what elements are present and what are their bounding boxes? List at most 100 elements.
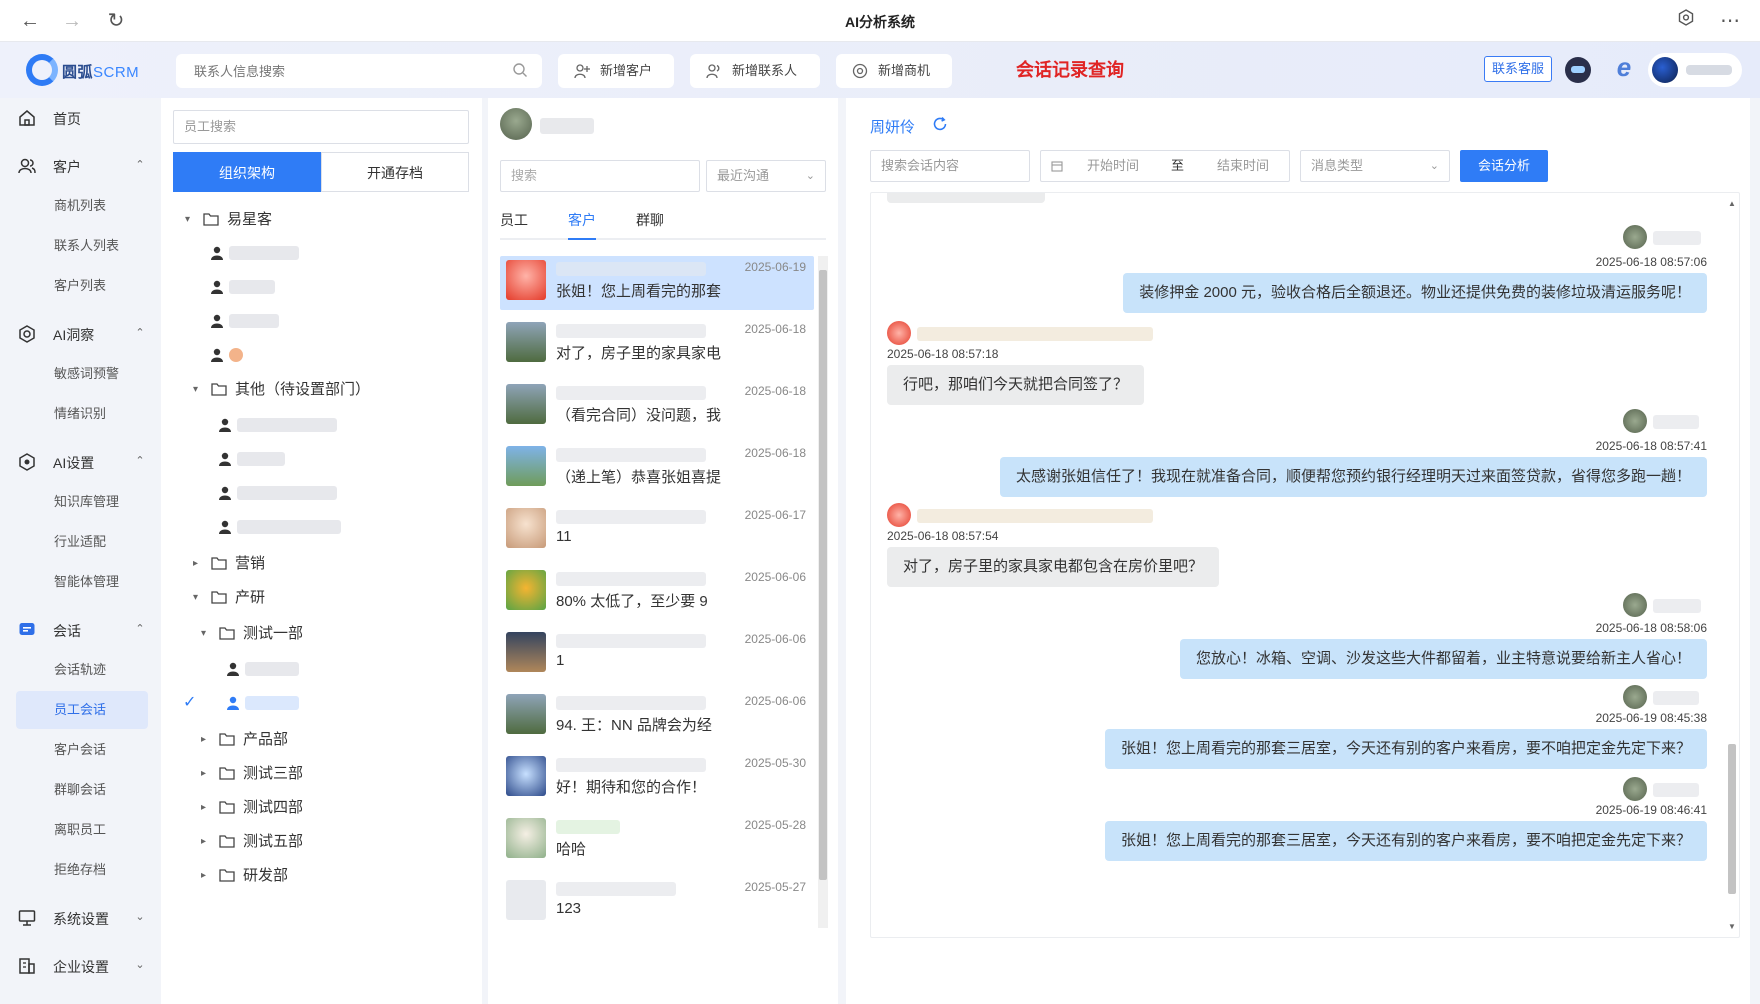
tree-node-test4[interactable]: ▸ 测试四部 (201, 794, 401, 822)
chat-content-search[interactable]: 搜索会话内容 (870, 150, 1030, 182)
nav-staff-session[interactable]: 员工会话 (16, 691, 148, 729)
nav-customer-list[interactable]: 客户列表 (16, 267, 148, 305)
refresh-icon[interactable] (932, 116, 948, 132)
scroll-down-icon[interactable]: ▼ (1728, 922, 1736, 931)
conversation-item[interactable]: 2025-06-18 对了，房子里的家具家电 (500, 318, 814, 372)
chevron-up-icon[interactable]: ⌃ (134, 623, 146, 635)
add-customer-button[interactable]: 新增客户 (558, 54, 674, 88)
tree-node-dev[interactable]: ▸ 研发部 (201, 862, 401, 890)
brand-logo[interactable]: 圆弧SCRM (26, 54, 146, 86)
robot-assistant-icon[interactable] (1565, 57, 1591, 83)
contact-search-input[interactable] (176, 54, 476, 88)
scroll-up-icon[interactable]: ▲ (1728, 199, 1736, 208)
conversation-item[interactable]: 2025-05-28 哈哈 (500, 814, 814, 868)
tree-user[interactable] (211, 342, 311, 368)
tree-user[interactable] (211, 274, 311, 300)
nav-customer[interactable]: 客户 ⌃ (0, 146, 160, 186)
chevron-up-icon[interactable]: ⌃ (134, 159, 146, 171)
conversation-item[interactable]: 2025-06-18 （看完合同）没问题，我 (500, 380, 814, 434)
user-menu[interactable] (1648, 53, 1742, 87)
conversation-item[interactable]: 2025-06-17 11 (500, 504, 814, 558)
message-history-scrollbar[interactable]: ▲ ▼ (1727, 199, 1737, 931)
nav-enterprise-settings[interactable]: 企业设置 ⌄ (0, 946, 160, 986)
staff-name-redacted (540, 118, 594, 134)
nav-session-trail[interactable]: 会话轨迹 (16, 651, 148, 689)
nav-emotion[interactable]: 情绪识别 (16, 395, 148, 433)
nav-session[interactable]: 会话 ⌃ (0, 610, 160, 650)
staff-search-input[interactable]: 员工搜索 (173, 110, 469, 144)
tree-user[interactable] (211, 308, 311, 334)
tab-org-structure[interactable]: 组织架构 (173, 152, 321, 192)
caret-right-icon[interactable]: ▸ (201, 726, 213, 754)
conversation-item[interactable]: 2025-06-06 94. 王：NN 品牌会为经 (500, 690, 814, 744)
nav-customer-session[interactable]: 客户会话 (16, 731, 148, 769)
date-range-picker[interactable]: 开始时间 至 结束时间 (1040, 150, 1290, 182)
caret-right-icon[interactable]: ▸ (193, 550, 205, 578)
avatar (887, 321, 911, 345)
analyze-button[interactable]: 会话分析 (1460, 150, 1548, 182)
add-opportunity-button[interactable]: 新增商机 (836, 54, 952, 88)
tree-user[interactable] (211, 240, 311, 266)
caret-down-icon[interactable]: ▾ (201, 620, 213, 648)
message-type-select[interactable]: 消息类型 ⌄ (1300, 150, 1450, 182)
tree-node-other[interactable]: ▾ 其他（待设置部门） (193, 376, 453, 404)
tab-enable-archive[interactable]: 开通存档 (321, 152, 469, 192)
nav-sensitive-words[interactable]: 敏感词预警 (16, 355, 148, 393)
tree-user[interactable] (219, 412, 339, 438)
nav-resigned-staff[interactable]: 离职员工 (16, 811, 148, 849)
browser-e-icon[interactable]: e (1609, 52, 1639, 82)
conversation-item[interactable]: 2025-06-06 80% 太低了，至少要 9 (500, 566, 814, 620)
conversation-item[interactable]: 2025-05-27 123 (500, 876, 814, 930)
add-contact-button[interactable]: 新增联系人 (690, 54, 820, 88)
tree-user[interactable] (219, 446, 339, 472)
caret-down-icon[interactable]: ▾ (193, 584, 205, 612)
sort-select[interactable]: 最近沟通 ⌄ (706, 160, 826, 192)
tab-customer[interactable]: 客户 (568, 210, 596, 240)
conversation-item[interactable]: 2025-05-30 好！期待和您的合作！ (500, 752, 814, 806)
nav-opportunity-list[interactable]: 商机列表 (16, 187, 148, 225)
tree-node-rnd[interactable]: ▾ 产研 (193, 584, 393, 612)
caret-down-icon[interactable]: ▾ (193, 376, 205, 404)
nav-agent[interactable]: 智能体管理 (16, 563, 148, 601)
nav-knowledge-base[interactable]: 知识库管理 (16, 483, 148, 521)
settings-icon[interactable] (1674, 9, 1698, 33)
chevron-up-icon[interactable]: ⌃ (134, 455, 146, 467)
contact-search[interactable] (176, 54, 542, 88)
tree-node-test5[interactable]: ▸ 测试五部 (201, 828, 401, 856)
caret-down-icon[interactable]: ▾ (185, 206, 197, 234)
nav-contact-list[interactable]: 联系人列表 (16, 227, 148, 265)
more-icon[interactable]: ⋯ (1718, 9, 1742, 33)
tree-user[interactable] (219, 480, 339, 506)
tree-node-product[interactable]: ▸ 产品部 (201, 726, 401, 754)
tree-user[interactable] (219, 514, 341, 540)
nav-ai-settings[interactable]: AI设置 ⌃ (0, 442, 160, 482)
conversation-item[interactable]: 2025-06-18 （递上笔）恭喜张姐喜提 (500, 442, 814, 496)
caret-right-icon[interactable]: ▸ (201, 828, 213, 856)
chevron-down-icon[interactable]: ⌄ (134, 959, 146, 971)
tree-node-test1[interactable]: ▾ 测试一部 (201, 620, 401, 648)
tree-user[interactable] (227, 656, 327, 682)
nav-industry[interactable]: 行业适配 (16, 523, 148, 561)
tab-staff[interactable]: 员工 (500, 210, 528, 240)
conversation-item[interactable]: 2025-06-19 张姐！您上周看完的那套 (500, 256, 814, 310)
nav-ai-insight[interactable]: AI洞察 ⌃ (0, 314, 160, 354)
tab-group[interactable]: 群聊 (636, 210, 664, 240)
caret-right-icon[interactable]: ▸ (201, 794, 213, 822)
conversation-item[interactable]: 2025-06-06 1 (500, 628, 814, 682)
chevron-down-icon[interactable]: ⌄ (134, 911, 146, 923)
conversation-list-scrollbar[interactable] (818, 256, 828, 928)
tree-node-root[interactable]: ▾ 易星客 (185, 206, 425, 234)
nav-system-settings[interactable]: 系统设置 ⌄ (0, 898, 160, 938)
tree-node-test3[interactable]: ▸ 测试三部 (201, 760, 401, 788)
nav-refuse-archive[interactable]: 拒绝存档 (16, 851, 148, 889)
nav-group-session[interactable]: 群聊会话 (16, 771, 148, 809)
tree-user-selected[interactable]: ✓ (183, 690, 343, 716)
contact-service-button[interactable]: 联系客服 (1484, 56, 1552, 82)
tree-node-marketing[interactable]: ▸ 营销 (193, 550, 393, 578)
conversation-search-input[interactable]: 搜索 (500, 160, 700, 192)
chevron-up-icon[interactable]: ⌃ (134, 327, 146, 339)
nav-home[interactable]: 首页 (0, 98, 160, 138)
caret-right-icon[interactable]: ▸ (201, 862, 213, 890)
search-icon[interactable] (512, 62, 528, 78)
caret-right-icon[interactable]: ▸ (201, 760, 213, 788)
